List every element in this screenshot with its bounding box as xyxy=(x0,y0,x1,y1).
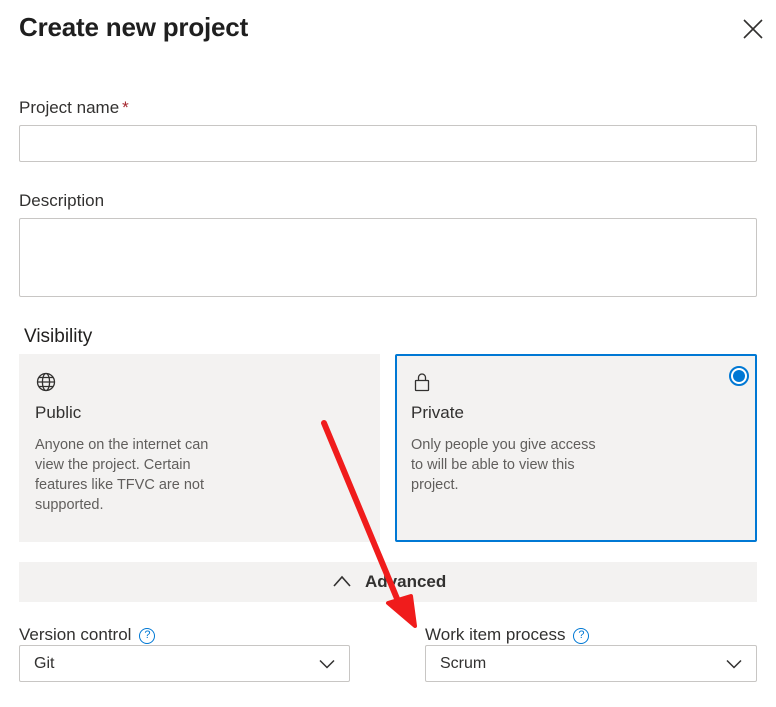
close-button[interactable] xyxy=(738,14,768,44)
private-option-name: Private xyxy=(411,403,464,422)
advanced-toggle[interactable]: Advanced xyxy=(19,562,757,602)
advanced-label: Advanced xyxy=(365,572,447,591)
create-project-dialog: Create new project Project name * Descrip… xyxy=(0,0,776,707)
version-control-value: Git xyxy=(34,655,55,672)
globe-icon xyxy=(35,371,57,393)
description-label: Description xyxy=(19,191,105,210)
description-input[interactable] xyxy=(19,218,757,297)
chevron-down-icon xyxy=(319,659,335,669)
required-marker: * xyxy=(122,98,129,117)
work-item-process-help-icon[interactable]: ? xyxy=(573,628,590,644)
private-option-description: Only people you give access to will be a… xyxy=(411,437,596,493)
version-control-help-icon[interactable]: ? xyxy=(139,628,156,644)
work-item-process-label-text: Work item process xyxy=(425,625,566,644)
version-control-label-text: Version control xyxy=(19,625,132,644)
close-icon xyxy=(738,14,768,44)
private-radio-selected[interactable] xyxy=(729,366,749,386)
visibility-label: Visibility xyxy=(24,326,93,347)
public-option-description: Anyone on the internet can view the proj… xyxy=(35,437,209,513)
project-name-label-text: Project name xyxy=(19,98,120,117)
work-item-process-value: Scrum xyxy=(440,655,487,672)
visibility-option-public[interactable]: Public Anyone on the internet can view t… xyxy=(19,354,380,542)
version-control-select[interactable]: Git xyxy=(19,645,350,682)
project-name-input[interactable] xyxy=(19,125,757,162)
chevron-up-icon xyxy=(332,574,352,588)
public-option-name: Public xyxy=(35,403,82,422)
project-name-label: Project name * xyxy=(19,98,129,118)
visibility-option-private[interactable]: Private Only people you give access to w… xyxy=(395,354,757,542)
lock-icon xyxy=(411,371,433,393)
work-item-process-label: Work item process? xyxy=(425,625,590,645)
chevron-down-icon xyxy=(726,659,742,669)
version-control-label: Version control? xyxy=(19,625,156,645)
dialog-title: Create new project xyxy=(19,12,249,42)
work-item-process-select[interactable]: Scrum xyxy=(425,645,757,682)
